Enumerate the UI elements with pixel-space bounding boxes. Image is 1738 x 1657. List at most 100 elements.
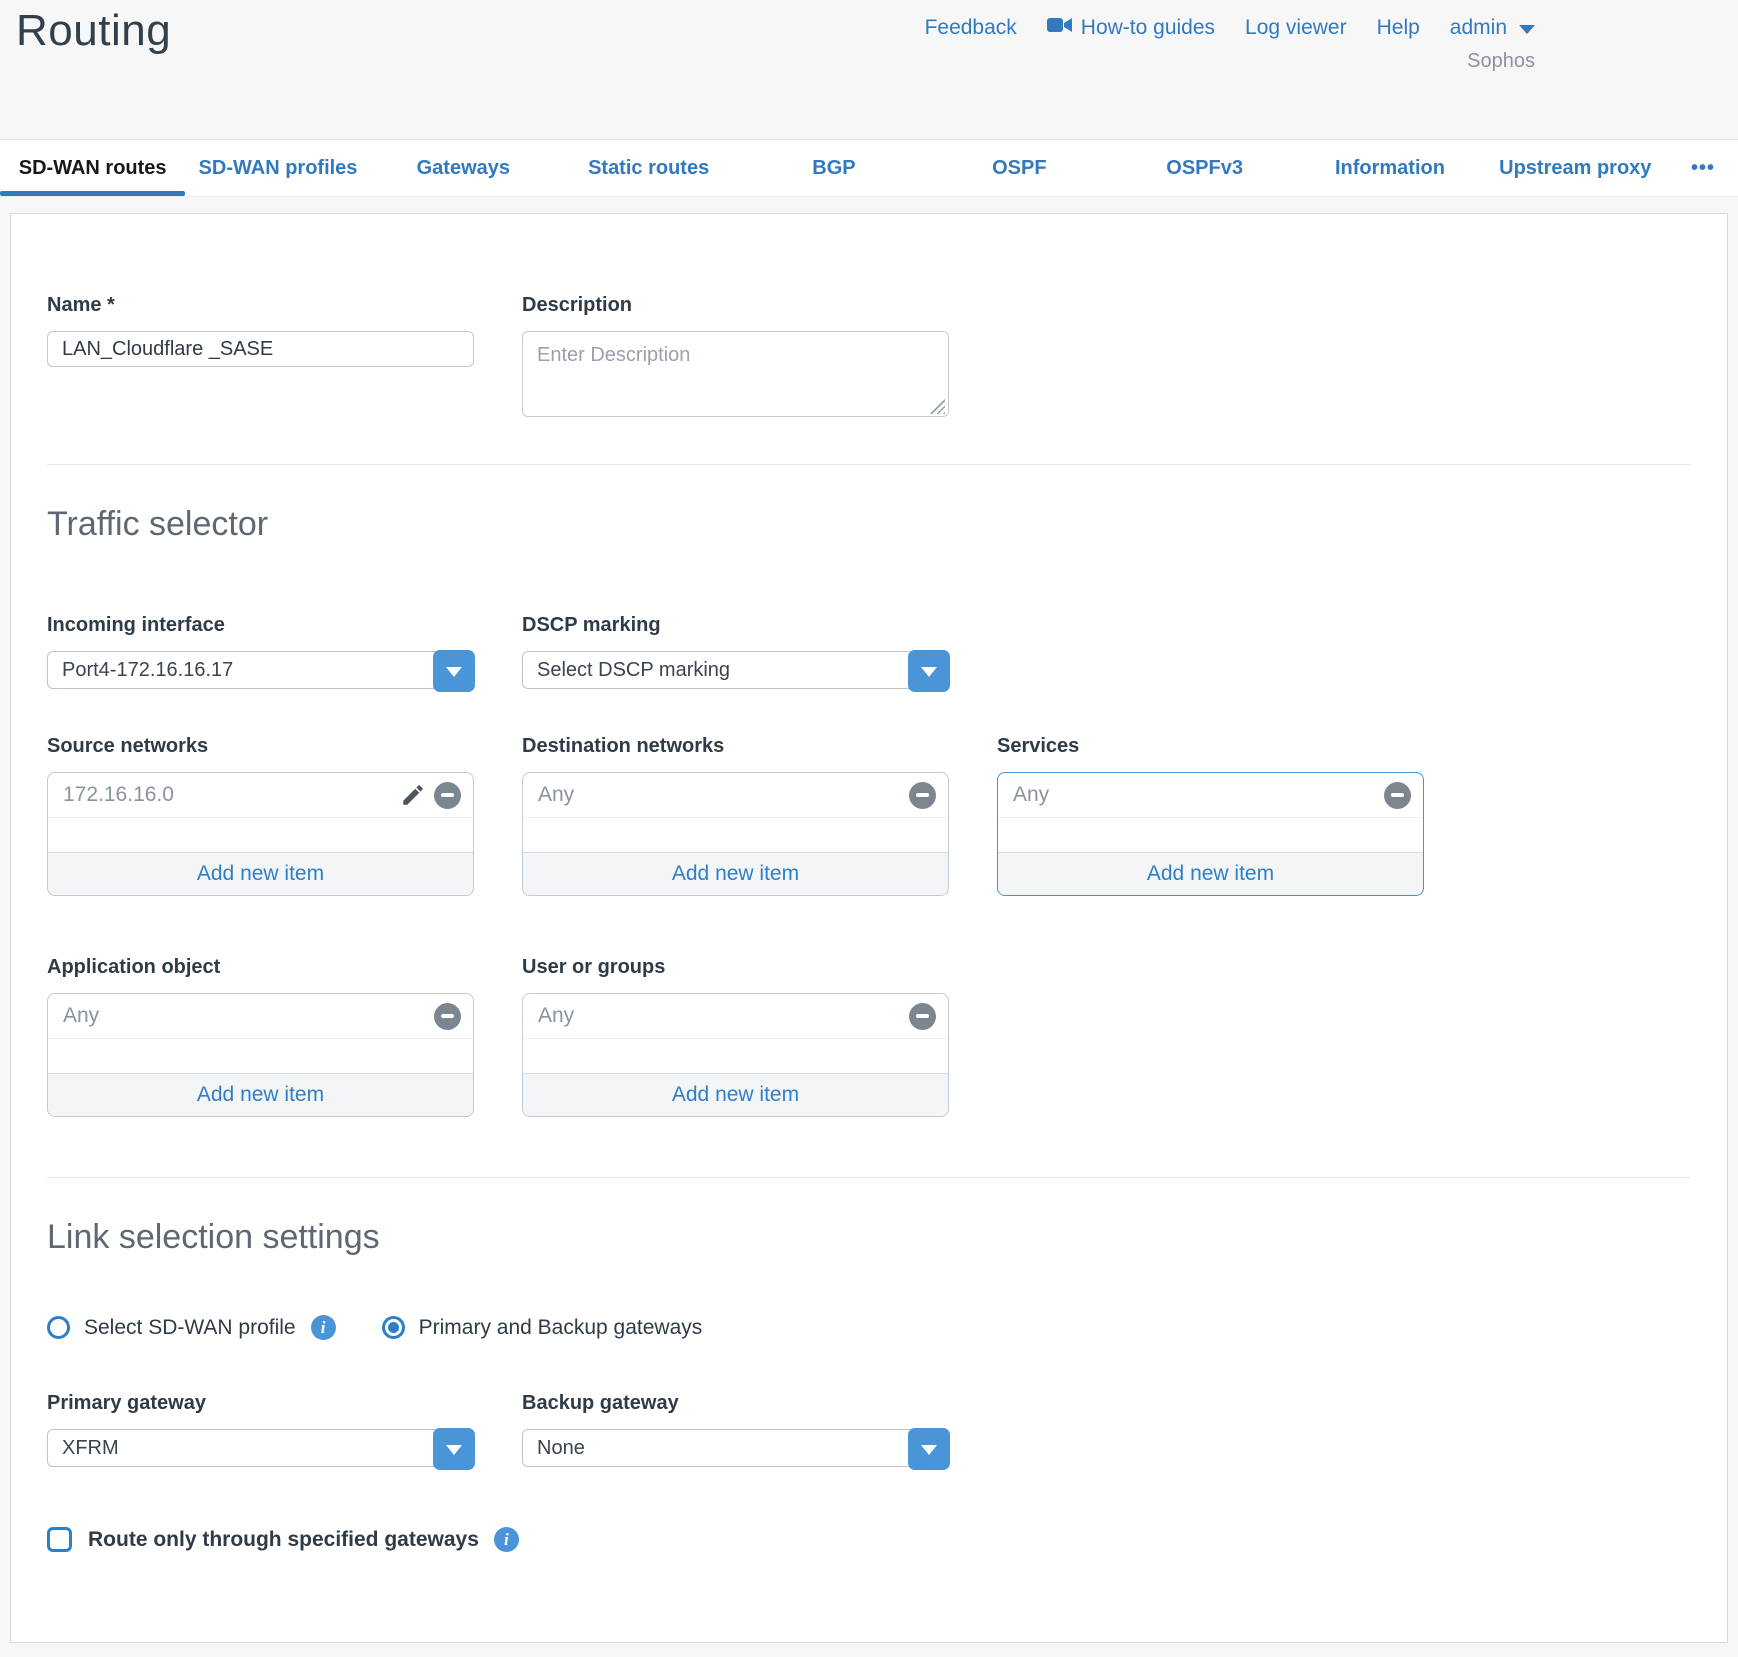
application-object-box: Any Add new item bbox=[47, 993, 474, 1117]
add-new-item-button[interactable]: Add new item bbox=[48, 852, 473, 895]
chevron-down-icon[interactable] bbox=[908, 650, 950, 692]
interface-dscp-row: Incoming interface Port4-172.16.16.17 DS… bbox=[47, 614, 1691, 689]
tab-information[interactable]: Information bbox=[1297, 140, 1482, 196]
dscp-marking-dropdown[interactable]: Select DSCP marking bbox=[522, 651, 949, 689]
log-viewer-link[interactable]: Log viewer bbox=[1245, 16, 1347, 40]
link-selection-heading: Link selection settings bbox=[47, 1218, 1691, 1257]
edit-pencil-icon[interactable] bbox=[400, 782, 434, 808]
feedback-link-label: Feedback bbox=[925, 16, 1017, 40]
radio-select-sdwan-profile[interactable]: Select SD-WAN profile i bbox=[47, 1315, 336, 1340]
tab-sdwan-routes[interactable]: SD-WAN routes bbox=[0, 140, 185, 196]
top-header: Routing Feedback How-to guides Log viewe… bbox=[0, 0, 1738, 139]
route-only-checkbox-label: Route only through specified gateways bbox=[88, 1528, 479, 1552]
remove-item-icon[interactable] bbox=[909, 1003, 936, 1030]
list-item: Any bbox=[48, 994, 473, 1039]
remove-item-icon[interactable] bbox=[434, 1003, 461, 1030]
radio-primary-backup-gateways[interactable]: Primary and Backup gateways bbox=[382, 1316, 703, 1340]
content-card: Name * Description Traffic selector Inco… bbox=[10, 213, 1728, 1643]
add-new-item-button[interactable]: Add new item bbox=[523, 852, 948, 895]
traffic-selector-heading: Traffic selector bbox=[47, 505, 1691, 544]
list-item: Any bbox=[523, 773, 948, 818]
chevron-down-icon[interactable] bbox=[908, 1428, 950, 1470]
admin-menu[interactable]: admin bbox=[1450, 16, 1535, 40]
backup-gateway-label: Backup gateway bbox=[522, 1392, 949, 1415]
description-textarea[interactable] bbox=[522, 331, 949, 417]
application-item: Any bbox=[63, 1004, 99, 1028]
application-object-label: Application object bbox=[47, 956, 474, 979]
destination-networks-box: Any Add new item bbox=[522, 772, 949, 896]
admin-menu-label: admin bbox=[1450, 16, 1507, 40]
incoming-interface-value: Port4-172.16.16.17 bbox=[48, 652, 473, 688]
tab-ospfv3[interactable]: OSPFv3 bbox=[1112, 140, 1297, 196]
user-group-item: Any bbox=[538, 1004, 574, 1028]
destination-networks-label: Destination networks bbox=[522, 735, 949, 758]
help-link[interactable]: Help bbox=[1377, 16, 1420, 40]
list-item: Any bbox=[523, 994, 948, 1039]
feedback-link[interactable]: Feedback bbox=[925, 16, 1017, 40]
brand-label: Sophos bbox=[1467, 50, 1535, 73]
info-icon[interactable]: i bbox=[494, 1527, 519, 1552]
remove-item-icon[interactable] bbox=[434, 782, 461, 809]
howto-guides-link[interactable]: How-to guides bbox=[1047, 16, 1215, 40]
application-users-row: Application object Any Add new item User… bbox=[47, 956, 1691, 1117]
backup-gateway-dropdown[interactable]: None bbox=[522, 1429, 949, 1467]
header-links: Feedback How-to guides Log viewer Help a… bbox=[925, 16, 1535, 40]
source-networks-box: 172.16.16.0 Add new item bbox=[47, 772, 474, 896]
caret-down-icon bbox=[1519, 25, 1535, 34]
dscp-marking-label: DSCP marking bbox=[522, 614, 949, 637]
tab-sdwan-profiles[interactable]: SD-WAN profiles bbox=[185, 140, 370, 196]
chevron-down-icon[interactable] bbox=[433, 1428, 475, 1470]
primary-gateway-value: XFRM bbox=[48, 1430, 473, 1466]
services-label: Services bbox=[997, 735, 1424, 758]
tab-bgp[interactable]: BGP bbox=[741, 140, 926, 196]
list-item: Any bbox=[998, 773, 1423, 818]
info-icon[interactable]: i bbox=[311, 1315, 336, 1340]
radio-selected-icon[interactable] bbox=[382, 1316, 405, 1339]
howto-guides-label: How-to guides bbox=[1081, 16, 1215, 40]
page-title: Routing bbox=[16, 6, 171, 56]
primary-gateway-label: Primary gateway bbox=[47, 1392, 474, 1415]
name-input[interactable] bbox=[47, 331, 474, 367]
networks-services-row: Source networks 172.16.16.0 Add new item… bbox=[47, 735, 1691, 896]
source-network-item: 172.16.16.0 bbox=[63, 783, 174, 807]
add-new-item-button[interactable]: Add new item bbox=[523, 1073, 948, 1116]
route-only-row: Route only through specified gateways i bbox=[47, 1527, 1691, 1552]
remove-item-icon[interactable] bbox=[1384, 782, 1411, 809]
add-new-item-button[interactable]: Add new item bbox=[998, 852, 1423, 895]
tab-overflow-more-icon[interactable]: ••• bbox=[1668, 140, 1738, 196]
incoming-interface-label: Incoming interface bbox=[47, 614, 474, 637]
tab-bar: SD-WAN routes SD-WAN profiles Gateways S… bbox=[0, 139, 1738, 197]
tab-gateways[interactable]: Gateways bbox=[371, 140, 556, 196]
radio-icon[interactable] bbox=[47, 1316, 70, 1339]
help-label: Help bbox=[1377, 16, 1420, 40]
video-icon bbox=[1047, 16, 1073, 40]
service-item: Any bbox=[1013, 783, 1049, 807]
tab-static-routes[interactable]: Static routes bbox=[556, 140, 741, 196]
user-or-groups-box: Any Add new item bbox=[522, 993, 949, 1117]
backup-gateway-value: None bbox=[523, 1430, 948, 1466]
log-viewer-label: Log viewer bbox=[1245, 16, 1347, 40]
name-description-row: Name * Description bbox=[47, 294, 1691, 422]
gateways-row: Primary gateway XFRM Backup gateway None bbox=[47, 1392, 1691, 1467]
add-new-item-button[interactable]: Add new item bbox=[48, 1073, 473, 1116]
link-selection-radios: Select SD-WAN profile i Primary and Back… bbox=[47, 1315, 1691, 1340]
tab-ospf[interactable]: OSPF bbox=[927, 140, 1112, 196]
radio-primary-backup-label: Primary and Backup gateways bbox=[419, 1316, 703, 1340]
route-only-checkbox[interactable] bbox=[47, 1527, 72, 1552]
section-divider bbox=[47, 464, 1691, 465]
section-divider bbox=[47, 1177, 1691, 1178]
services-box: Any Add new item bbox=[997, 772, 1424, 896]
list-item: 172.16.16.0 bbox=[48, 773, 473, 818]
incoming-interface-dropdown[interactable]: Port4-172.16.16.17 bbox=[47, 651, 474, 689]
source-networks-label: Source networks bbox=[47, 735, 474, 758]
name-label: Name * bbox=[47, 294, 474, 317]
description-label: Description bbox=[522, 294, 949, 317]
tab-upstream-proxy[interactable]: Upstream proxy bbox=[1483, 140, 1668, 196]
dscp-marking-value: Select DSCP marking bbox=[523, 652, 948, 688]
remove-item-icon[interactable] bbox=[909, 782, 936, 809]
primary-gateway-dropdown[interactable]: XFRM bbox=[47, 1429, 474, 1467]
user-or-groups-label: User or groups bbox=[522, 956, 949, 979]
chevron-down-icon[interactable] bbox=[433, 650, 475, 692]
destination-network-item: Any bbox=[538, 783, 574, 807]
radio-select-sdwan-profile-label: Select SD-WAN profile bbox=[84, 1316, 296, 1340]
